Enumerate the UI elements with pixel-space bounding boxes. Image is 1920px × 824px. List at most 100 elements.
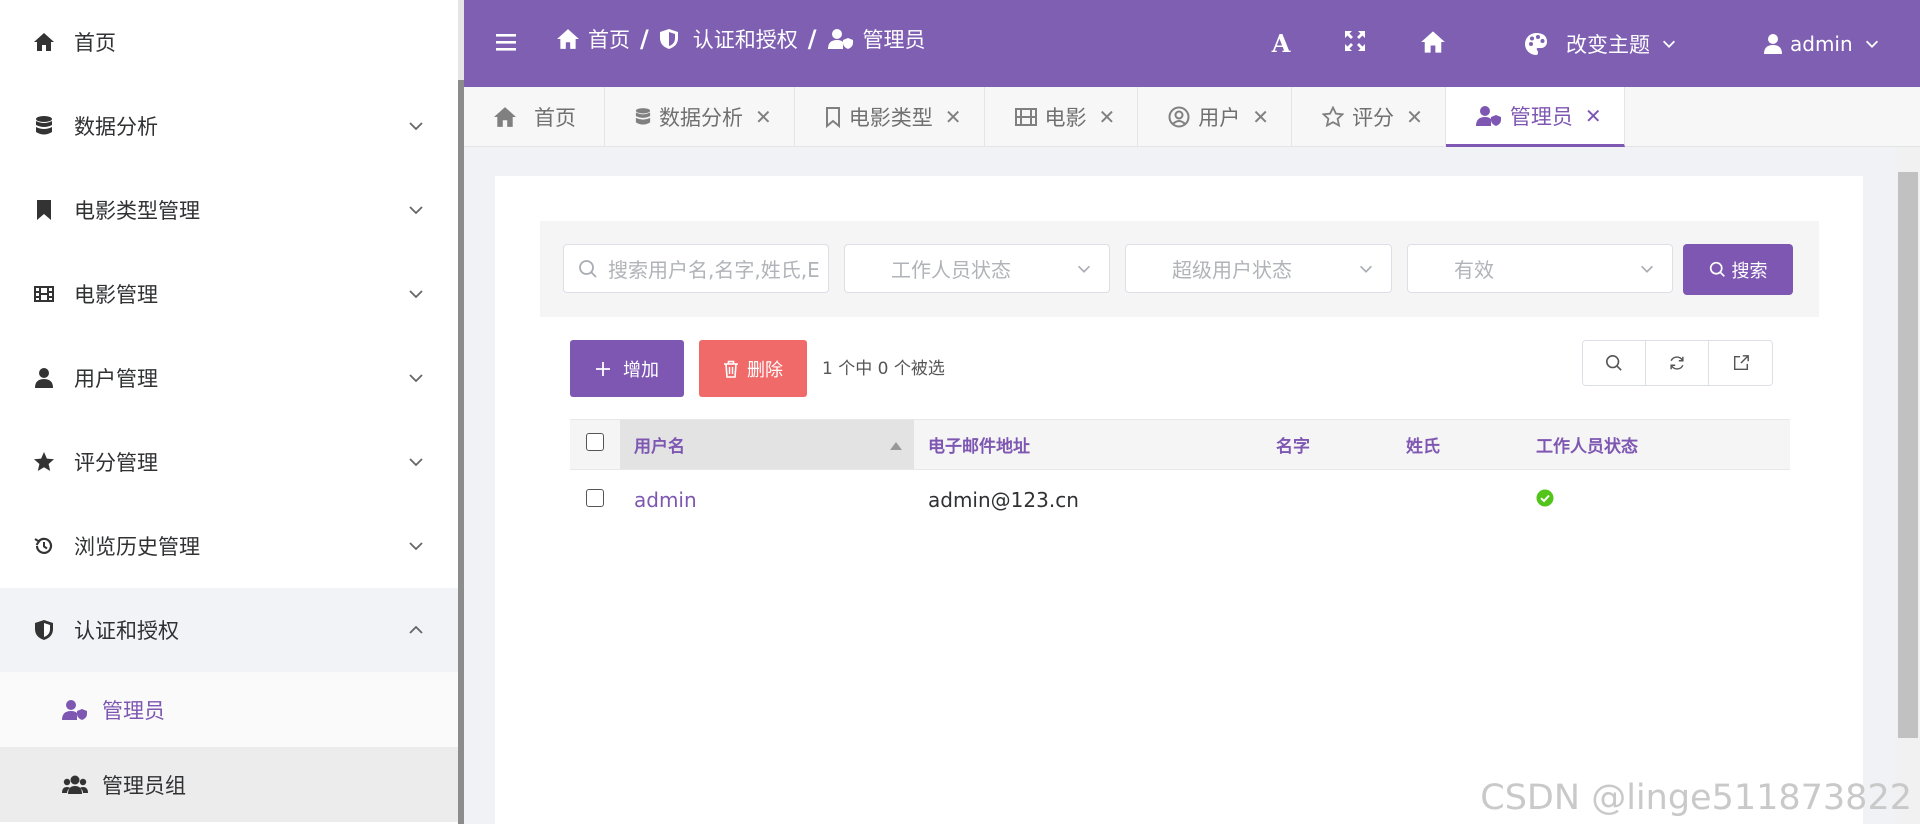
- sidebar-item-movie-type[interactable]: 电影类型管理: [0, 168, 458, 252]
- fullscreen-button[interactable]: [1344, 30, 1366, 52]
- breadcrumb-home[interactable]: 首页: [556, 24, 630, 54]
- sidebar-item-label: 评分管理: [74, 451, 158, 475]
- select-placeholder: 工作人员状态: [891, 258, 1011, 282]
- user-shield-icon: [1475, 105, 1501, 126]
- table-row: admin admin@123.cn: [570, 470, 1790, 530]
- search-icon: [579, 259, 597, 278]
- home-button[interactable]: [1420, 30, 1446, 54]
- main-panel: 搜索用户名,名字,姓氏,E 工作人员状态 超级用户状态 有效 搜索 增加 删除 …: [495, 176, 1863, 824]
- select-all-checkbox[interactable]: [586, 433, 604, 451]
- breadcrumb-separator: /: [807, 25, 817, 53]
- film-icon: [32, 282, 56, 306]
- sidebar-subitem-admin[interactable]: 管理员: [0, 672, 458, 747]
- column-header-first-name[interactable]: 名字: [1262, 419, 1392, 470]
- user-icon: [32, 366, 56, 390]
- page-scrollbar[interactable]: [1898, 172, 1918, 738]
- sidebar-item-rating[interactable]: 评分管理: [0, 420, 458, 504]
- theme-switcher[interactable]: 改变主题: [1524, 0, 1678, 87]
- sidebar-item-auth[interactable]: 认证和授权: [0, 588, 458, 672]
- sidebar-subitem-admin-group[interactable]: 管理员组: [0, 747, 458, 822]
- user-menu[interactable]: admin: [1764, 0, 1881, 87]
- sidebar: 首页 数据分析 电影类型管理 电影管理 用户管理 评分管理 浏览历史管理 认证和…: [0, 0, 458, 824]
- breadcrumb-label: 认证和授权: [692, 28, 798, 52]
- tab-close-icon[interactable]: ✕: [755, 105, 772, 129]
- column-header-email[interactable]: 电子邮件地址: [914, 419, 1262, 470]
- sidebar-item-label: 认证和授权: [74, 619, 179, 643]
- chevron-down-icon: [409, 458, 423, 467]
- home-icon: [1421, 31, 1445, 53]
- tab-close-icon[interactable]: ✕: [1252, 105, 1269, 129]
- column-header-staff-status[interactable]: 工作人员状态: [1522, 419, 1790, 470]
- column-header-username[interactable]: 用户名: [620, 419, 914, 470]
- search-button[interactable]: 搜索: [1683, 244, 1793, 295]
- check-circle-icon: [1536, 489, 1554, 507]
- tab-close-icon[interactable]: ✕: [1585, 104, 1602, 128]
- user-shield-icon: [62, 697, 88, 723]
- search-input[interactable]: 搜索用户名,名字,姓氏,E: [563, 244, 829, 293]
- filter-bar: 搜索用户名,名字,姓氏,E 工作人员状态 超级用户状态 有效 搜索: [540, 221, 1819, 317]
- last-name-cell: [1392, 470, 1522, 530]
- row-checkbox[interactable]: [586, 488, 604, 507]
- refresh-button[interactable]: [1646, 341, 1709, 385]
- breadcrumb-auth[interactable]: 认证和授权: [659, 24, 798, 54]
- table-toolbar: [1582, 340, 1773, 386]
- search-icon: [1709, 261, 1725, 277]
- hamburger-menu-icon[interactable]: [496, 30, 518, 54]
- sidebar-item-user[interactable]: 用户管理: [0, 336, 458, 420]
- select-placeholder: 超级用户状态: [1172, 258, 1292, 282]
- user-circle-icon: [1168, 106, 1190, 128]
- search-icon: [1605, 354, 1622, 371]
- sidebar-scrollbar[interactable]: [458, 80, 464, 824]
- tab-rating[interactable]: 评分 ✕: [1292, 87, 1446, 147]
- chevron-down-icon: [409, 290, 423, 299]
- search-button-label: 搜索: [1731, 260, 1768, 282]
- font-size-button[interactable]: A: [1266, 28, 1296, 58]
- select-all-cell: [570, 419, 620, 470]
- tab-movie-type[interactable]: 电影类型 ✕: [795, 87, 985, 147]
- users-icon: [62, 772, 88, 798]
- toggle-search-button[interactable]: [1583, 341, 1646, 385]
- chevron-down-icon: [409, 122, 423, 131]
- column-header-last-name[interactable]: 姓氏: [1392, 419, 1522, 470]
- row-select-cell: [570, 470, 620, 530]
- tab-label: 首页: [534, 106, 576, 130]
- sidebar-item-movie[interactable]: 电影管理: [0, 252, 458, 336]
- sidebar-item-data-analysis[interactable]: 数据分析: [0, 84, 458, 168]
- sidebar-subitem-label: 管理员组: [102, 773, 186, 798]
- staff-status-select[interactable]: 工作人员状态: [844, 244, 1110, 293]
- delete-button[interactable]: 删除: [699, 340, 807, 397]
- database-icon: [32, 114, 56, 138]
- chevron-up-icon: [409, 625, 423, 634]
- superuser-status-select[interactable]: 超级用户状态: [1125, 244, 1392, 293]
- refresh-icon: [1670, 356, 1684, 370]
- tab-movie[interactable]: 电影 ✕: [985, 87, 1139, 147]
- tab-close-icon[interactable]: ✕: [1406, 105, 1423, 129]
- home-icon: [557, 29, 579, 49]
- add-button[interactable]: 增加: [570, 340, 684, 397]
- home-icon: [32, 30, 56, 54]
- column-label: 电子邮件地址: [928, 437, 1030, 457]
- tab-data-analysis[interactable]: 数据分析 ✕: [605, 87, 795, 147]
- export-button[interactable]: [1709, 341, 1772, 385]
- page-tabs: 首页 数据分析 ✕ 电影类型 ✕ 电影 ✕ 用户 ✕ 评分 ✕ 管理员 ✕: [464, 87, 1920, 147]
- tab-label: 用户: [1198, 106, 1241, 130]
- username-link[interactable]: admin: [634, 488, 697, 512]
- chevron-down-icon: [1641, 265, 1653, 273]
- user-icon: [1764, 33, 1782, 54]
- tab-home[interactable]: 首页: [464, 87, 605, 147]
- tab-close-icon[interactable]: ✕: [945, 105, 962, 129]
- tab-close-icon[interactable]: ✕: [1099, 105, 1116, 129]
- tab-admin[interactable]: 管理员 ✕: [1445, 87, 1625, 147]
- bookmark-icon: [32, 198, 56, 222]
- user-shield-icon: [827, 29, 853, 49]
- sidebar-item-label: 电影类型管理: [74, 199, 200, 223]
- sidebar-item-home[interactable]: 首页: [0, 0, 458, 84]
- tab-user[interactable]: 用户 ✕: [1138, 87, 1293, 147]
- sidebar-item-history[interactable]: 浏览历史管理: [0, 504, 458, 588]
- column-label: 名字: [1276, 437, 1310, 457]
- sidebar-item-label: 首页: [74, 31, 116, 55]
- staff-status-cell: [1522, 470, 1790, 530]
- active-status-select[interactable]: 有效: [1407, 244, 1673, 293]
- breadcrumb: 首页 / 认证和授权 / 管理员: [556, 24, 926, 54]
- add-button-label: 增加: [623, 359, 659, 381]
